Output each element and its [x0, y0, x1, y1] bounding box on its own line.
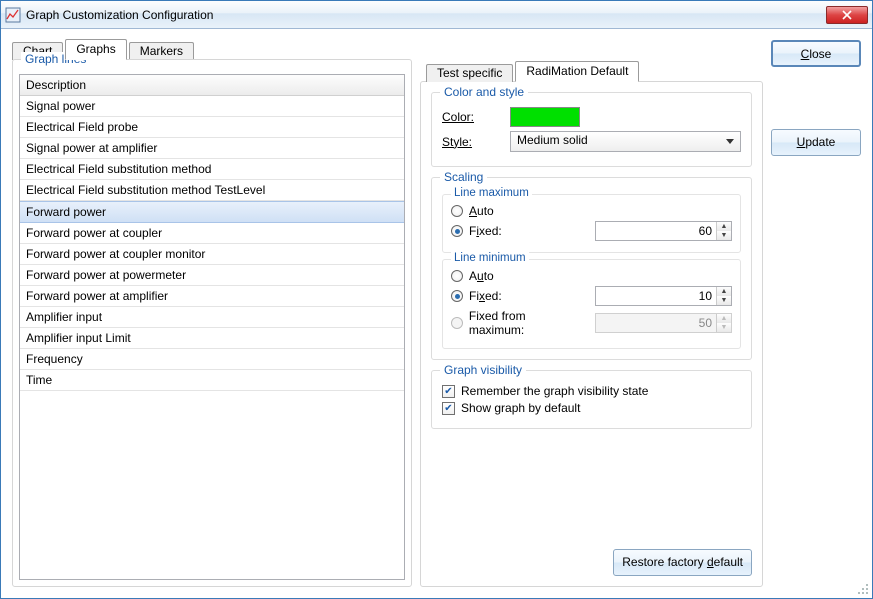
line-max-label: Line maximum — [451, 187, 532, 199]
list-item[interactable]: Amplifier input Limit — [20, 328, 404, 349]
list-item[interactable]: Frequency — [20, 349, 404, 370]
line-min-group: Line minimum Auto Fixed: — [442, 259, 741, 349]
max-auto-radio[interactable] — [451, 205, 463, 217]
min-fixed-radio[interactable] — [451, 290, 463, 302]
min-fixed-from-max-radio[interactable] — [451, 317, 463, 329]
scaling-label: Scaling — [440, 170, 487, 184]
restore-default-button[interactable]: Restore factory default — [613, 549, 752, 576]
min-from-max-input — [596, 314, 716, 332]
max-fixed-label: Fixed: — [469, 224, 502, 238]
min-fixed-label: Fixed: — [469, 289, 502, 303]
client-area: Chart Graphs Markers Graph lines Descrip… — [1, 29, 872, 598]
window-frame: Graph Customization Configuration Chart … — [0, 0, 873, 599]
titlebar: Graph Customization Configuration — [1, 1, 872, 29]
list-item[interactable]: Forward power at coupler — [20, 223, 404, 244]
min-from-max-spinner: ▲ ▼ — [595, 313, 732, 333]
window-close-button[interactable] — [826, 6, 868, 24]
spinner-down-icon: ▼ — [717, 323, 731, 332]
close-button[interactable]: Close — [771, 40, 861, 67]
spinner-up-icon: ▲ — [717, 314, 731, 323]
resize-grip-icon[interactable] — [855, 581, 869, 595]
close-icon — [841, 10, 853, 20]
max-fixed-spinner[interactable]: ▲ ▼ — [595, 221, 732, 241]
max-fixed-radio[interactable] — [451, 225, 463, 237]
list-header[interactable]: Description — [20, 75, 404, 96]
tab-test-specific[interactable]: Test specific — [426, 64, 513, 82]
scaling-group: Scaling Line maximum Auto Fixed: — [431, 177, 752, 360]
remember-label: Remember the graph visibility state — [461, 384, 648, 398]
settings-panel: Color and style Color: Style: Medium sol… — [420, 81, 763, 587]
update-button[interactable]: Update — [771, 129, 861, 156]
settings-column: Test specific RadiMation Default Color a… — [420, 38, 763, 587]
spinner-up-icon[interactable]: ▲ — [717, 287, 731, 296]
min-fixed-spinner[interactable]: ▲ ▼ — [595, 286, 732, 306]
line-min-label: Line minimum — [451, 252, 529, 264]
min-auto-label: Auto — [469, 269, 494, 283]
list-item[interactable]: Time — [20, 370, 404, 391]
min-fixed-from-max-label: Fixed from maximum: — [469, 309, 583, 337]
color-style-group: Color and style Color: Style: Medium sol… — [431, 92, 752, 167]
spinner-up-icon[interactable]: ▲ — [717, 222, 731, 231]
list-item[interactable]: Forward power at amplifier — [20, 286, 404, 307]
list-item[interactable]: Forward power at coupler monitor — [20, 244, 404, 265]
app-icon — [5, 7, 21, 23]
list-item[interactable]: Signal power — [20, 96, 404, 117]
color-style-label: Color and style — [440, 85, 528, 99]
color-label: Color: — [442, 110, 502, 124]
color-swatch[interactable] — [510, 107, 580, 127]
tab-radimation-default[interactable]: RadiMation Default — [515, 61, 639, 82]
max-fixed-input[interactable] — [596, 222, 716, 240]
spinner-down-icon[interactable]: ▼ — [717, 296, 731, 305]
list-item[interactable]: Electrical Field substitution method — [20, 159, 404, 180]
show-default-checkbox[interactable]: ✔ — [442, 402, 455, 415]
inner-tabstrip: Test specific RadiMation Default — [426, 60, 763, 82]
list-item[interactable]: Electrical Field substitution method Tes… — [20, 180, 404, 201]
remember-checkbox[interactable]: ✔ — [442, 385, 455, 398]
tab-markers[interactable]: Markers — [129, 42, 194, 60]
max-auto-label: Auto — [469, 204, 494, 218]
list-item[interactable]: Amplifier input — [20, 307, 404, 328]
graph-lines-list[interactable]: Description Signal powerElectrical Field… — [19, 74, 405, 580]
list-item[interactable]: Forward power — [20, 201, 404, 223]
line-max-group: Line maximum Auto Fixed: — [442, 194, 741, 253]
list-item[interactable]: Signal power at amplifier — [20, 138, 404, 159]
main-tabstrip: Chart Graphs Markers — [12, 38, 412, 60]
style-label: Style: — [442, 135, 502, 149]
list-item[interactable]: Electrical Field probe — [20, 117, 404, 138]
right-button-column: Close Update — [771, 38, 861, 587]
visibility-group: Graph visibility ✔ Remember the graph vi… — [431, 370, 752, 429]
spinner-down-icon[interactable]: ▼ — [717, 231, 731, 240]
min-auto-radio[interactable] — [451, 270, 463, 282]
graph-lines-group: Graph lines Description Signal powerElec… — [12, 59, 412, 587]
min-fixed-input[interactable] — [596, 287, 716, 305]
window-title: Graph Customization Configuration — [26, 8, 826, 22]
left-column: Chart Graphs Markers Graph lines Descrip… — [12, 38, 412, 587]
style-select[interactable]: Medium solid — [510, 131, 741, 152]
show-default-label: Show graph by default — [461, 401, 580, 415]
tab-graphs[interactable]: Graphs — [65, 39, 126, 60]
visibility-label: Graph visibility — [440, 363, 526, 377]
list-item[interactable]: Forward power at powermeter — [20, 265, 404, 286]
